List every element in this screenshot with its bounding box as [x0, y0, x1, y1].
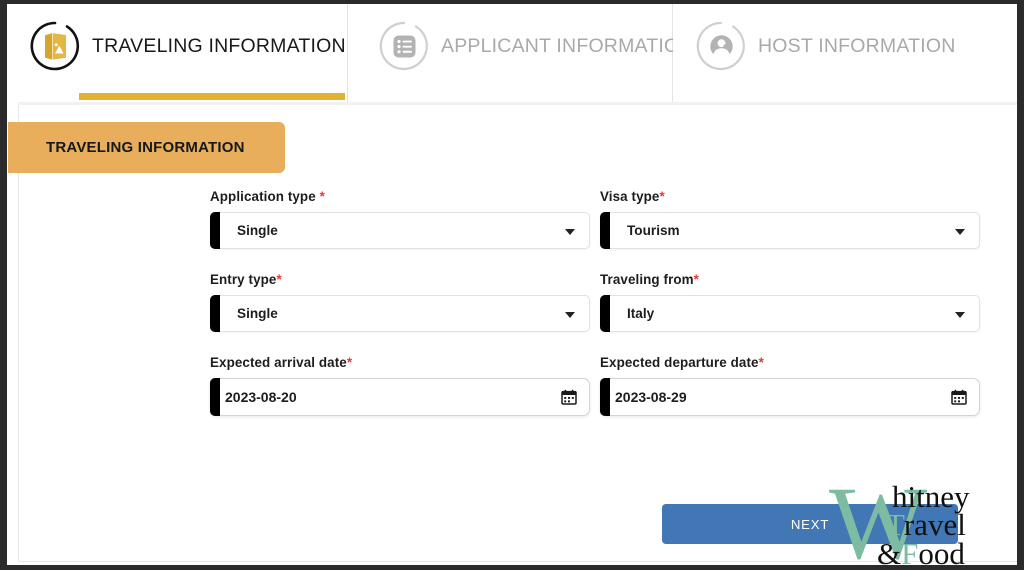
passport-icon — [29, 20, 81, 72]
traveling-information-form: Application type * Single Visa type* Tou… — [210, 189, 990, 439]
person-glyph — [710, 35, 733, 58]
select-value-traveling-from: Italy — [627, 306, 655, 321]
required-marker: * — [758, 355, 764, 370]
form-list-icon — [378, 20, 430, 72]
date-input-expected-arrival-date[interactable]: 2023-08-20 — [210, 378, 590, 416]
tab-applicant-information[interactable]: APPLICANT INFORMATION — [348, 4, 693, 102]
tab-label-host-information: HOST INFORMATION — [758, 35, 956, 57]
next-button[interactable]: NEXT — [662, 504, 958, 544]
select-value-visa-type: Tourism — [627, 223, 680, 238]
label-visa-type: Visa type* — [600, 189, 665, 204]
select-application-type[interactable]: Single — [210, 212, 590, 249]
label-expected-arrival-date: Expected arrival date* — [210, 355, 353, 370]
label-expected-departure-date: Expected departure date* — [600, 355, 764, 370]
required-marker: * — [319, 189, 325, 204]
select-value-entry-type: Single — [237, 306, 278, 321]
calendar-icon[interactable] — [561, 389, 577, 405]
label-application-type: Application type * — [210, 189, 325, 204]
section-header-banner: TRAVELING INFORMATION — [8, 122, 285, 173]
browser-window: TRAVELING INFORMATION APPLICANT INFORMAT… — [0, 0, 1024, 570]
traveling-information-panel: TRAVELING INFORMATION Application type *… — [8, 105, 1017, 562]
calendar-icon[interactable] — [951, 389, 967, 405]
field-application-type: Application type * Single — [210, 189, 590, 249]
form-row: Entry type* Single Traveling from* Italy — [210, 272, 990, 332]
tab-active-indicator — [79, 93, 345, 100]
person-icon — [695, 20, 747, 72]
field-expected-departure-date: Expected departure date* 2023-08-29 — [600, 355, 980, 416]
field-entry-type: Entry type* Single — [210, 272, 590, 332]
tab-host-information[interactable]: HOST INFORMATION — [673, 4, 1017, 102]
field-accent-bar — [600, 378, 610, 416]
field-expected-arrival-date: Expected arrival date* 2023-08-20 — [210, 355, 590, 416]
chevron-down-icon[interactable] — [565, 228, 575, 235]
date-value-expected-departure-date: 2023-08-29 — [615, 389, 687, 405]
field-accent-bar — [600, 295, 610, 332]
chevron-down-icon[interactable] — [565, 311, 575, 318]
passport-glyph — [45, 33, 66, 60]
field-traveling-from: Traveling from* Italy — [600, 272, 980, 332]
field-visa-type: Visa type* Tourism — [600, 189, 980, 249]
required-marker: * — [659, 189, 665, 204]
chevron-down-icon[interactable] — [955, 311, 965, 318]
required-marker: * — [693, 272, 699, 287]
tab-traveling-information[interactable]: TRAVELING INFORMATION — [18, 4, 348, 102]
field-accent-bar — [600, 212, 610, 249]
wizard-tab-strip: TRAVELING INFORMATION APPLICANT INFORMAT… — [18, 4, 1017, 102]
form-row: Expected arrival date* 2023-08-20 Expect… — [210, 355, 990, 416]
date-input-expected-departure-date[interactable]: 2023-08-29 — [600, 378, 980, 416]
required-marker: * — [346, 355, 353, 370]
select-visa-type[interactable]: Tourism — [600, 212, 980, 249]
label-entry-type: Entry type* — [210, 272, 282, 287]
label-traveling-from: Traveling from* — [600, 272, 699, 287]
section-header-label: TRAVELING INFORMATION — [46, 139, 245, 156]
field-accent-bar — [210, 378, 220, 416]
field-accent-bar — [210, 212, 220, 249]
select-value-application-type: Single — [237, 223, 278, 238]
tab-label-traveling-information: TRAVELING INFORMATION — [92, 35, 346, 57]
select-entry-type[interactable]: Single — [210, 295, 590, 332]
tab-label-applicant-information: APPLICANT INFORMATION — [441, 35, 694, 57]
date-value-expected-arrival-date: 2023-08-20 — [225, 389, 297, 405]
form-list-glyph — [393, 35, 416, 58]
required-marker: * — [276, 272, 282, 287]
field-accent-bar — [210, 295, 220, 332]
form-row: Application type * Single Visa type* Tou… — [210, 189, 990, 249]
chevron-down-icon[interactable] — [955, 228, 965, 235]
select-traveling-from[interactable]: Italy — [600, 295, 980, 332]
